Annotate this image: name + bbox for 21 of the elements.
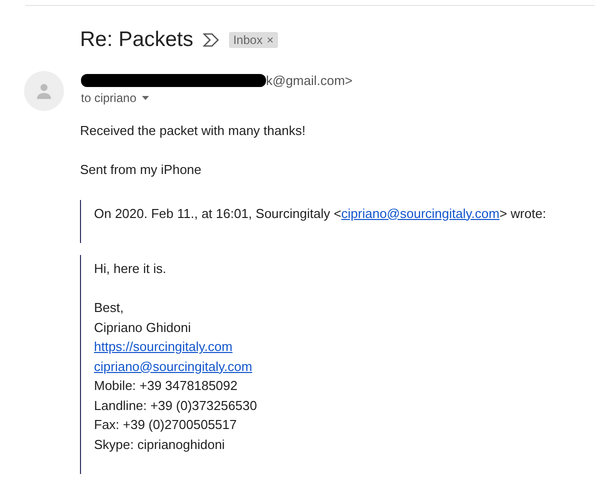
signature-link[interactable]: cipriano@sourcingitaly.com: [94, 358, 252, 374]
remove-label-button[interactable]: ×: [266, 33, 274, 47]
quoted-text: Mobile: +39 3478185092: [94, 377, 238, 395]
quoted-text: Landline: +39 (0)373256530: [94, 396, 258, 415]
recipient-text: to cipriano: [81, 91, 136, 105]
label-text: Inbox: [233, 33, 263, 47]
caret-icon[interactable]: [142, 96, 150, 100]
message-text: Received the packet with many thanks!: [80, 122, 306, 140]
signature-link[interactable]: https://sourcingitaly.com: [94, 339, 232, 354]
message-text: Sent from my iPhone: [80, 161, 202, 179]
email-link[interactable]: cipriano@sourcingitaly.com: [341, 206, 500, 220]
quote-attribution: On 2020. Feb 11., at 16:01, Sourcingitaly <cipriano@sourcingitaly.com> wrote:: [94, 204, 548, 223]
email-subject: Re: Packets: [80, 28, 194, 52]
important-marker-icon[interactable]: [203, 33, 220, 47]
quoted-text: Cipriano Ghidoni: [94, 318, 192, 337]
quoted-text: Fax: +39 (0)2700505517: [94, 416, 238, 434]
quoted-text: Best,: [94, 299, 125, 317]
quoted-text: Hi, here it is.: [94, 260, 168, 278]
quoted-text: Skype: ciprianoghidoni: [94, 436, 226, 454]
sender-email: k@gmail.com>: [266, 73, 353, 88]
person-icon: [36, 83, 52, 99]
